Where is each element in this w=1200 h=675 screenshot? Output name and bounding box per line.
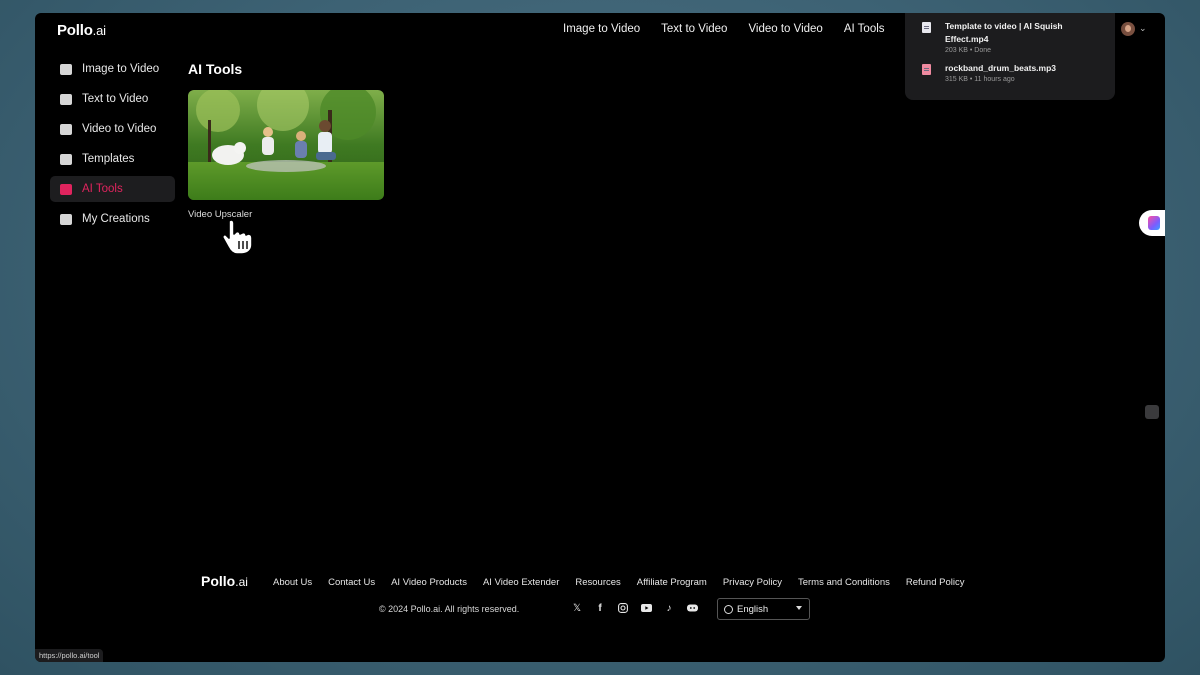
discord-icon[interactable] xyxy=(686,602,698,614)
video-icon xyxy=(60,123,72,135)
globe-icon xyxy=(724,604,733,614)
chat-icon[interactable] xyxy=(1145,405,1159,419)
copyright-text: © 2024 Pollo.ai. All rights reserved. xyxy=(379,604,520,614)
templates-icon xyxy=(60,153,72,165)
sidebar-item-text-to-video[interactable]: Text to Video xyxy=(50,86,175,112)
footer-link-refund[interactable]: Refund Policy xyxy=(906,577,965,588)
sidebar-item-label: Video to Video xyxy=(82,123,157,135)
downloads-popup: Template to video | AI Squish Effect.mp4… xyxy=(905,13,1115,100)
folder-icon xyxy=(60,213,72,225)
download-file-meta: 203 KB • Done xyxy=(945,47,992,54)
ai-tools-icon xyxy=(60,183,72,195)
logo-suffix: .ai xyxy=(92,23,106,38)
nav-image-to-video[interactable]: Image to Video xyxy=(563,23,640,35)
footer-logo[interactable]: Pollo.ai xyxy=(201,573,248,589)
sidebar-item-ai-tools[interactable]: AI Tools xyxy=(50,176,175,202)
download-item[interactable]: Template to video | AI Squish Effect.mp4… xyxy=(915,20,1105,54)
language-label: English xyxy=(737,603,769,615)
footer-link-ai-video-products[interactable]: AI Video Products xyxy=(391,577,467,588)
nav-text-to-video[interactable]: Text to Video xyxy=(661,23,727,35)
sidebar-item-label: AI Tools xyxy=(82,183,123,195)
logo-name: Pollo xyxy=(57,22,93,39)
download-file-name: rockband_drum_beats.mp3 xyxy=(945,63,1057,73)
footer-logo-name: Pollo xyxy=(201,573,236,589)
avatar[interactable] xyxy=(1121,22,1135,36)
social-links: 𝕏 f ♪ xyxy=(571,602,709,614)
sidebar-item-image-to-video[interactable]: Image to Video xyxy=(50,56,175,82)
chevron-down-icon[interactable]: ⌄ xyxy=(1139,23,1147,34)
download-file-meta: 315 KB • 11 hours ago xyxy=(945,76,1015,83)
video-file-icon xyxy=(922,22,931,33)
sidebar-item-video-to-video[interactable]: Video to Video xyxy=(50,116,175,142)
browser-window: Pollo.ai Image to Video Text to Video Vi… xyxy=(35,13,1165,662)
footer-links: About Us Contact Us AI Video Products AI… xyxy=(273,577,980,588)
footer-link-affiliate[interactable]: Affiliate Program xyxy=(637,577,707,588)
sidebar-item-label: My Creations xyxy=(82,213,150,225)
sidebar-item-templates[interactable]: Templates xyxy=(50,146,175,172)
sidebar-item-label: Text to Video xyxy=(82,93,149,105)
floating-widget-button[interactable] xyxy=(1139,210,1165,236)
nav-video-to-video[interactable]: Video to Video xyxy=(748,23,822,35)
footer-link-terms[interactable]: Terms and Conditions xyxy=(798,577,890,588)
top-navigation: Image to Video Text to Video Video to Vi… xyxy=(563,23,906,35)
footer-link-about[interactable]: About Us xyxy=(273,577,312,588)
x-icon[interactable]: 𝕏 xyxy=(571,602,583,614)
sidebar: Image to Video Text to Video Video to Vi… xyxy=(50,56,175,236)
sidebar-item-label: Image to Video xyxy=(82,63,160,75)
text-icon xyxy=(60,93,72,105)
footer-link-privacy[interactable]: Privacy Policy xyxy=(723,577,782,588)
app-logo-icon xyxy=(1148,216,1160,230)
facebook-icon[interactable]: f xyxy=(594,602,606,614)
language-select[interactable]: English xyxy=(717,598,810,620)
nav-ai-tools[interactable]: AI Tools xyxy=(844,23,885,35)
footer-link-resources[interactable]: Resources xyxy=(575,577,620,588)
tool-card-video-upscaler[interactable] xyxy=(188,90,384,200)
tiktok-icon[interactable]: ♪ xyxy=(663,602,675,614)
instagram-icon[interactable] xyxy=(617,602,629,614)
download-file-name: Template to video | AI Squish Effect.mp4 xyxy=(945,21,1063,44)
sidebar-item-label: Templates xyxy=(82,153,135,165)
image-icon xyxy=(60,63,72,75)
tool-thumbnail xyxy=(188,90,384,200)
download-item[interactable]: rockband_drum_beats.mp3 315 KB • 11 hour… xyxy=(915,62,1105,83)
footer-logo-suffix: .ai xyxy=(235,575,248,589)
sidebar-item-my-creations[interactable]: My Creations xyxy=(50,206,175,232)
footer-link-contact[interactable]: Contact Us xyxy=(328,577,375,588)
hand-cursor-icon xyxy=(221,219,253,255)
status-bar-url: https://pollo.ai/tool xyxy=(35,649,104,662)
youtube-icon[interactable] xyxy=(640,602,652,614)
footer-link-ai-video-extender[interactable]: AI Video Extender xyxy=(483,577,559,588)
audio-file-icon xyxy=(922,64,931,75)
pollo-logo[interactable]: Pollo.ai xyxy=(57,22,106,39)
page-title: AI Tools xyxy=(188,61,243,77)
caret-down-icon xyxy=(796,606,802,610)
